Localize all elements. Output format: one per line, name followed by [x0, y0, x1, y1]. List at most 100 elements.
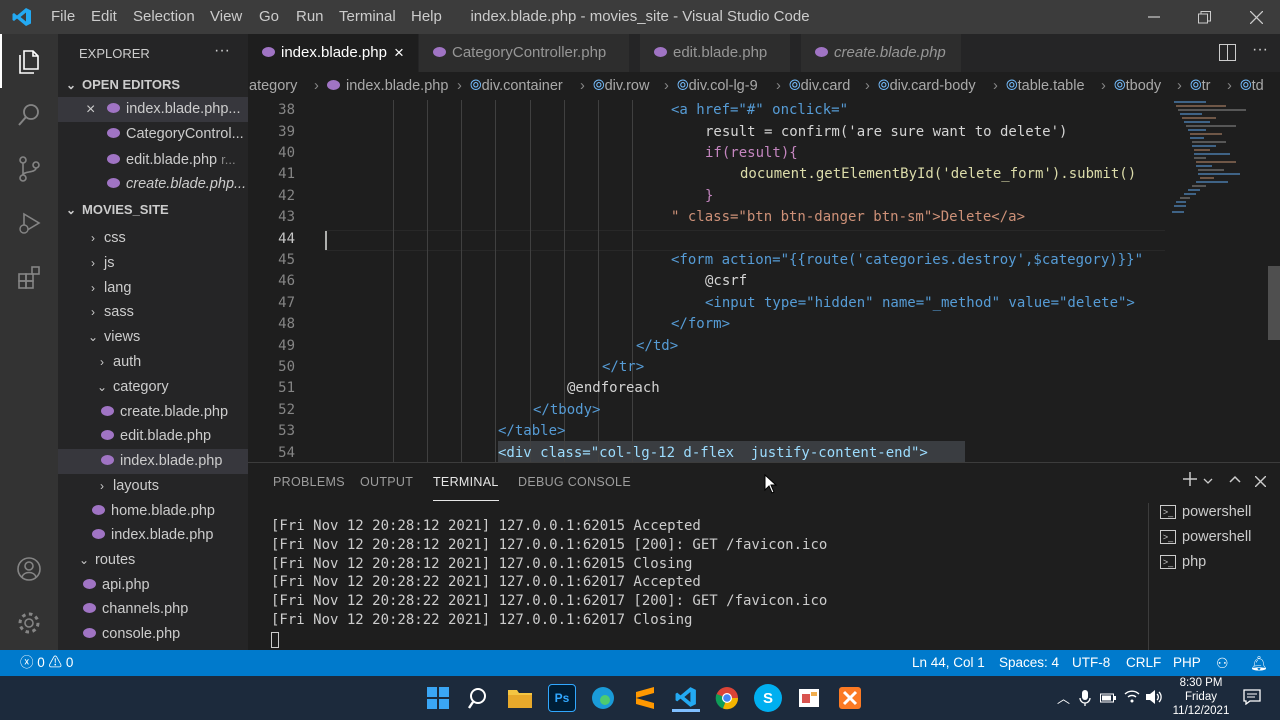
presentation-app-icon[interactable] [795, 684, 823, 712]
restore-button[interactable] [1181, 0, 1227, 34]
maximize-panel-icon[interactable] [1229, 473, 1241, 491]
chevron-down-icon[interactable] [1203, 473, 1213, 491]
file-views-index-blade[interactable]: index.blade.php [58, 523, 248, 548]
tab-create-blade[interactable]: create.blade.php [801, 34, 961, 72]
tab-problems[interactable]: PROBLEMS [273, 463, 345, 501]
clock[interactable]: 8:30 PM Friday 11/12/2021 [1168, 676, 1234, 718]
notification-center-icon[interactable] [1243, 689, 1261, 710]
language-mode[interactable]: PHP [1173, 650, 1201, 676]
breadcrumb-item[interactable]: ⦾div.card [789, 72, 850, 100]
file-console[interactable]: console.php [58, 622, 248, 647]
battery-icon[interactable] [1100, 691, 1116, 709]
xampp-icon[interactable] [836, 684, 864, 712]
run-debug-icon[interactable] [0, 196, 58, 250]
folder-routes[interactable]: ⌄ routes [58, 548, 248, 573]
folder-sass[interactable]: › sass [58, 300, 248, 325]
close-tab-icon[interactable]: × [394, 34, 404, 72]
menu-view[interactable]: View [210, 0, 242, 34]
open-editor-create[interactable]: create.blade.php... [58, 172, 248, 197]
file-home-blade[interactable]: home.blade.php [58, 499, 248, 524]
close-panel-icon[interactable] [1254, 474, 1267, 492]
minimize-button[interactable] [1131, 0, 1177, 34]
volume-icon[interactable] [1145, 689, 1163, 710]
terminal-instance-powershell[interactable]: >_ powershell [1160, 500, 1280, 525]
file-explorer-icon[interactable] [506, 684, 534, 712]
notifications-bell-icon[interactable]: 🔔︎ [1250, 650, 1268, 676]
breadcrumb-item[interactable]: ategory [249, 72, 297, 100]
terminal-instance-php[interactable]: >_ php [1160, 550, 1280, 575]
problems-status[interactable]: ⓧ 0 ⚠ 0 [20, 650, 73, 676]
menu-edit[interactable]: Edit [91, 0, 117, 34]
folder-auth[interactable]: › auth [58, 350, 248, 375]
search-icon[interactable] [0, 88, 58, 142]
breadcrumb-item[interactable]: ⦾div.col-lg-9 [677, 72, 758, 100]
folder-js[interactable]: › js [58, 251, 248, 276]
project-header[interactable]: ⌄ MOVIES_SITE [58, 197, 248, 222]
explorer-icon[interactable] [0, 34, 58, 88]
breadcrumb-item[interactable]: ⦾td [1240, 72, 1264, 100]
tab-debug-console[interactable]: DEBUG CONSOLE [518, 463, 631, 501]
skype-icon[interactable]: S [754, 684, 782, 712]
menu-help[interactable]: Help [411, 0, 442, 34]
file-create-blade[interactable]: create.blade.php [58, 400, 248, 425]
extensions-icon[interactable] [0, 250, 58, 304]
file-index-blade-selected[interactable]: index.blade.php [58, 449, 248, 474]
editor-scrollbar-thumb[interactable] [1268, 266, 1280, 340]
open-editor-categorycontroller[interactable]: CategoryControl... [58, 122, 248, 147]
windows-start-icon[interactable] [424, 684, 452, 712]
menu-go[interactable]: Go [259, 0, 279, 34]
code-editor[interactable]: 38 39 40 41 42 43 44 45 46 47 48 49 50 5… [248, 100, 1280, 462]
folder-layouts[interactable]: › layouts [58, 474, 248, 499]
breadcrumb-item[interactable]: ⦾table.table [1006, 72, 1085, 100]
microphone-icon[interactable] [1079, 689, 1091, 712]
file-channels[interactable]: channels.php [58, 597, 248, 622]
account-icon[interactable] [0, 542, 58, 596]
chrome-icon[interactable] [713, 684, 741, 712]
more-actions-icon[interactable]: ··· [1252, 41, 1268, 59]
chevron-up-icon[interactable]: ︿ [1057, 688, 1070, 707]
open-editor-edit[interactable]: edit.blade.php r... [58, 147, 248, 172]
close-editor-icon[interactable]: × [86, 97, 95, 122]
breadcrumb-item[interactable]: ⦾div.card-body [878, 72, 976, 100]
file-edit-blade[interactable]: edit.blade.php [58, 424, 248, 449]
edge-browser-icon[interactable] [589, 684, 617, 712]
file-api[interactable]: api.php [58, 573, 248, 598]
tab-edit-blade[interactable]: edit.blade.php [640, 34, 790, 72]
settings-gear-icon[interactable] [0, 596, 58, 650]
folder-views[interactable]: ⌄ views [58, 325, 248, 350]
minimap[interactable] [1166, 100, 1266, 220]
line-ending[interactable]: CRLF [1126, 650, 1161, 676]
split-editor-icon[interactable] [1219, 44, 1236, 66]
open-editors-header[interactable]: ⌄ OPEN EDITORS [58, 72, 248, 97]
breadcrumb-file[interactable]: index.blade.php [327, 72, 448, 100]
tab-terminal[interactable]: TERMINAL [433, 463, 499, 501]
tab-output[interactable]: OUTPUT [360, 463, 413, 501]
breadcrumb-item[interactable]: ⦾tr [1190, 72, 1210, 100]
terminal-instance-powershell[interactable]: >_ powershell [1160, 525, 1280, 550]
new-terminal-icon[interactable] [1182, 471, 1198, 492]
search-icon[interactable] [465, 684, 493, 712]
tab-category-controller[interactable]: CategoryController.php [419, 34, 629, 72]
feedback-icon[interactable]: ⚇ [1216, 650, 1229, 676]
source-control-icon[interactable] [0, 142, 58, 196]
open-editor-index[interactable]: × index.blade.php... [58, 97, 248, 122]
close-window-button[interactable] [1233, 0, 1279, 34]
breadcrumb-item[interactable]: ⦾tbody [1114, 72, 1161, 100]
menu-run[interactable]: Run [296, 0, 324, 34]
sublime-text-icon[interactable] [631, 684, 659, 712]
menu-file[interactable]: File [51, 0, 75, 34]
tab-index-blade[interactable]: index.blade.php × [248, 34, 418, 72]
photoshop-icon[interactable]: Ps [548, 684, 576, 712]
menu-selection[interactable]: Selection [133, 0, 195, 34]
encoding[interactable]: UTF-8 [1072, 650, 1110, 676]
breadcrumb-item[interactable]: ⦾div.container [470, 72, 563, 100]
more-actions-button[interactable]: ··· [214, 42, 230, 60]
folder-lang[interactable]: › lang [58, 276, 248, 301]
menu-terminal[interactable]: Terminal [339, 0, 396, 34]
vscode-taskbar-icon[interactable] [672, 684, 700, 712]
folder-css[interactable]: › css [58, 226, 248, 251]
indentation[interactable]: Spaces: 4 [999, 650, 1059, 676]
folder-category[interactable]: ⌄ category [58, 375, 248, 400]
cursor-position[interactable]: Ln 44, Col 1 [912, 650, 985, 676]
breadcrumb-item[interactable]: ⦾div.row [593, 72, 649, 100]
